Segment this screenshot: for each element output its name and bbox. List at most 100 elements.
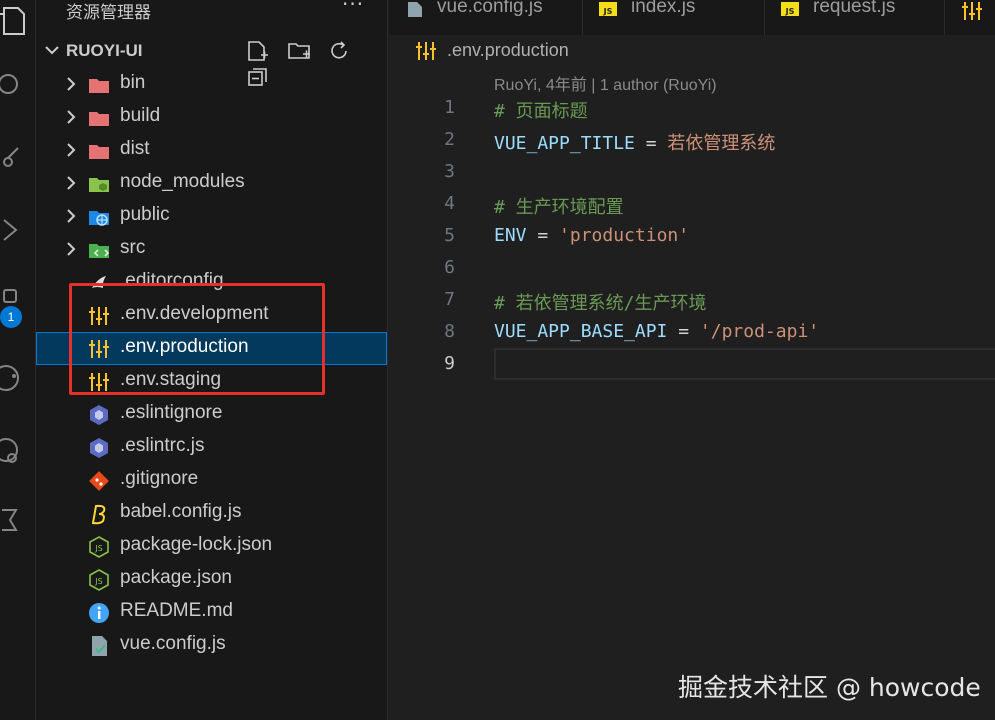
breadcrumb-file[interactable]: .env.production — [447, 40, 569, 61]
src-folder-icon — [89, 244, 110, 258]
tree-item-label: .env.production — [120, 336, 249, 357]
nodejs-icon: JS — [89, 569, 109, 591]
folder-icon — [89, 145, 109, 159]
operator: = — [526, 225, 560, 246]
refresh-icon[interactable] — [328, 40, 364, 62]
tree-item-env-development[interactable]: .env.development — [36, 299, 387, 332]
javascript-icon: JS — [599, 2, 617, 16]
tree-item-label: README.md — [120, 600, 233, 621]
timeline-icon[interactable] — [0, 430, 36, 466]
code-line: 2 VUE_APP_TITLE = 若依管理系统 — [389, 124, 995, 156]
editorconfig-icon — [92, 276, 106, 288]
tree-item-src[interactable]: src — [36, 233, 387, 266]
folder-icon — [89, 112, 109, 126]
tree-item-bin[interactable]: bin — [36, 68, 387, 101]
tree-item-editorconfig[interactable]: .editorconfig — [36, 266, 387, 299]
testing-icon[interactable] — [0, 500, 36, 536]
explorer-sidebar: 资源管理器 ··· RUOYI-UI bin build dist node_m… — [36, 0, 388, 720]
editor-tab-bar: vue.config.js JS index.js JS request.js — [389, 0, 995, 35]
eslint-icon — [90, 438, 108, 458]
tree-item-env-staging[interactable]: .env.staging — [36, 365, 387, 398]
tree-item-eslintrc[interactable]: .eslintrc.js — [36, 431, 387, 464]
config-file-icon — [408, 2, 422, 17]
tree-item-eslintignore[interactable]: .eslintignore — [36, 398, 387, 431]
tree-item-build[interactable]: build — [36, 101, 387, 134]
new-folder-icon[interactable] — [287, 40, 323, 62]
code-line: 6 — [389, 252, 995, 284]
tree-item-label: build — [120, 105, 161, 126]
javascript-icon: JS — [781, 2, 799, 16]
current-line-highlight — [494, 348, 995, 380]
source-control-icon[interactable] — [0, 140, 36, 176]
new-file-icon[interactable] — [246, 40, 282, 62]
code-line: 4 # 生产环境配置 — [389, 188, 995, 220]
tab-request-js[interactable]: JS request.js — [765, 0, 945, 35]
tree-item-babel-config[interactable]: babel.config.js — [36, 497, 387, 530]
code-line: 5 ENV = 'production' — [389, 220, 995, 252]
line-number: 2 — [444, 129, 455, 150]
tab-index-js[interactable]: JS index.js — [583, 0, 765, 35]
svg-text:JS: JS — [603, 7, 613, 16]
tree-item-gitignore[interactable]: .gitignore — [36, 464, 387, 497]
env-settings-icon — [89, 307, 109, 325]
more-actions-button[interactable]: ··· — [342, 0, 364, 16]
chevron-right-icon — [67, 110, 76, 124]
tree-item-label: .env.staging — [120, 369, 222, 390]
tree-item-node-modules[interactable]: node_modules — [36, 167, 387, 200]
explorer-icon[interactable] — [0, 2, 36, 38]
variable-name: VUE_APP_BASE_API — [494, 321, 668, 342]
svg-text:JS: JS — [785, 7, 795, 16]
env-settings-icon — [962, 2, 982, 20]
chevron-right-icon — [67, 242, 76, 256]
run-debug-icon[interactable] — [0, 212, 36, 248]
code-text: ENV = 'production' — [494, 225, 689, 246]
tree-item-label: babel.config.js — [120, 501, 242, 522]
explorer-title: 资源管理器 — [66, 3, 151, 23]
tab-label: index.js — [631, 0, 696, 17]
operator: = — [634, 133, 668, 154]
env-settings-icon — [89, 340, 109, 358]
tab-vue-config[interactable]: vue.config.js — [389, 0, 583, 35]
project-header[interactable]: RUOYI-UI — [36, 36, 388, 86]
code-line: 8 VUE_APP_BASE_API = '/prod-api' — [389, 316, 995, 348]
explorer-header: 资源管理器 ··· — [36, 0, 388, 23]
tree-item-label: bin — [120, 72, 146, 93]
chevron-right-icon — [67, 77, 76, 91]
tree-item-label: package-lock.json — [120, 534, 273, 555]
chevron-right-icon — [67, 143, 76, 157]
tree-item-package-json[interactable]: JS package.json — [36, 563, 387, 596]
folder-icon — [89, 79, 109, 93]
line-number: 1 — [444, 97, 455, 118]
line-number: 6 — [444, 257, 455, 278]
tree-item-dist[interactable]: dist — [36, 134, 387, 167]
line-number: 5 — [444, 225, 455, 246]
code-line: 3 — [389, 156, 995, 188]
chevron-right-icon — [67, 209, 76, 223]
tree-item-package-lock[interactable]: JS package-lock.json — [36, 530, 387, 563]
tree-item-env-production[interactable]: .env.production — [36, 332, 387, 365]
git-icon — [89, 471, 109, 491]
variable-name: ENV — [494, 225, 527, 246]
tree-item-label: vue.config.js — [120, 633, 226, 654]
comment-text: # 生产环境配置 — [494, 197, 624, 218]
tree-item-label: .env.development — [120, 303, 269, 324]
remote-icon[interactable] — [0, 358, 36, 394]
babel-icon — [91, 504, 106, 525]
operator: = — [667, 321, 700, 342]
code-line: 1 # 页面标题 — [389, 92, 995, 124]
line-number: 9 — [444, 353, 455, 374]
tree-item-readme[interactable]: README.md — [36, 596, 387, 629]
tab-label: vue.config.js — [437, 0, 543, 17]
chevron-down-icon — [45, 46, 59, 55]
tree-item-vue-config[interactable]: vue.config.js — [36, 629, 387, 662]
search-icon[interactable] — [0, 66, 36, 102]
tree-item-public[interactable]: public — [36, 200, 387, 233]
tree-item-label: public — [120, 204, 170, 225]
tree-item-label: .editorconfig — [120, 270, 224, 291]
watermark: 掘金技术社区 @ howcode — [678, 673, 981, 702]
activity-bar: 1 — [0, 0, 36, 720]
info-icon — [89, 603, 109, 623]
tab-env-production[interactable] — [945, 0, 995, 35]
project-name: RUOYI-UI — [66, 41, 143, 60]
string-value: 'production' — [559, 225, 690, 246]
